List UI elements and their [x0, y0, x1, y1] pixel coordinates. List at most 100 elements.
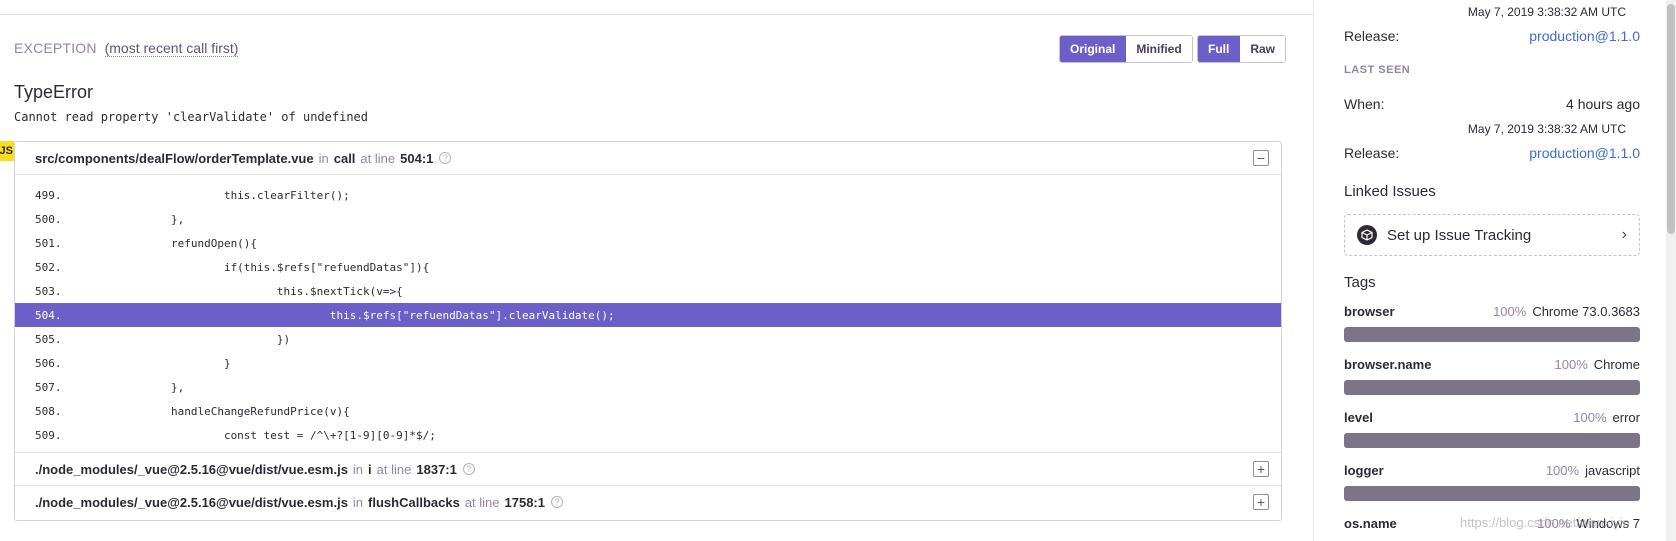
frame-at-line-label: at line	[360, 150, 396, 166]
tag-row[interactable]: level 100% error	[1344, 410, 1640, 448]
tag-top-value: 100% error	[1573, 410, 1640, 425]
line-code: this.clearFilter();	[65, 188, 350, 202]
frame-at-line-label: at line	[376, 461, 412, 477]
exception-header: EXCEPTION (most recent call first)	[14, 40, 239, 57]
release-label: Release:	[1344, 145, 1400, 161]
release-label: Release:	[1344, 28, 1400, 44]
code-line: 499. this.clearFilter();	[15, 183, 1281, 207]
exception-subtitle[interactable]: (most recent call first)	[104, 40, 239, 57]
help-icon[interactable]: ?	[551, 496, 563, 508]
line-number: 503.	[35, 284, 62, 298]
tag-key: browser	[1344, 304, 1395, 319]
frame-in-label: in	[318, 150, 329, 166]
setup-issue-tracking-button[interactable]: Set up Issue Tracking ›	[1344, 214, 1640, 256]
line-code: const test = /^\+?[1-9][0-9]*$/;	[65, 428, 436, 442]
code-line: 509. const test = /^\+?[1-9][0-9]*$/;	[15, 423, 1281, 447]
line-code: handleChangeRefundPrice(v){	[65, 404, 350, 418]
tag-line: browser.name 100% Chrome	[1344, 357, 1640, 372]
tag-distribution-bar[interactable]	[1344, 327, 1640, 342]
line-code: }	[65, 356, 231, 370]
line-code: refundOpen(){	[65, 236, 258, 250]
line-number: 500.	[35, 212, 62, 226]
frame-filename: src/components/dealFlow/orderTemplate.vu…	[35, 150, 314, 166]
line-code: },	[65, 212, 185, 226]
tag-row[interactable]: browser.name 100% Chrome	[1344, 357, 1640, 395]
tag-value: Chrome	[1593, 357, 1640, 372]
line-number: 506.	[35, 356, 62, 370]
frame-function: flushCallbacks	[368, 494, 460, 510]
code-line: 501. refundOpen(){	[15, 231, 1281, 255]
line-code: this.$refs["refuendDatas"].clearValidate…	[65, 308, 615, 322]
original-button[interactable]: Original	[1060, 36, 1126, 62]
frame-function: i	[368, 461, 372, 477]
line-number: 499.	[35, 188, 62, 202]
error-type: TypeError	[14, 82, 94, 102]
first-seen-timestamp: May 7, 2019 3:38:32 AM UTC	[1467, 5, 1626, 19]
frame-in-label: in	[352, 494, 364, 510]
line-number: 507.	[35, 380, 62, 394]
first-seen-release: Release: production@1.1.0	[1344, 28, 1640, 44]
setup-issue-tracking-label: Set up Issue Tracking	[1387, 226, 1532, 244]
help-icon[interactable]: ?	[462, 463, 475, 475]
expand-frame-button[interactable]: +	[1253, 461, 1269, 477]
line-code: },	[65, 380, 185, 394]
tag-distribution-bar[interactable]	[1344, 433, 1640, 448]
last-seen-when: When: 4 hours ago	[1344, 96, 1640, 112]
release-link[interactable]: production@1.1.0	[1529, 145, 1640, 161]
frame-header[interactable]: ./node_modules/_vue@2.5.16@vue/dist/vue.…	[15, 486, 1281, 518]
line-number: 508.	[35, 404, 62, 418]
line-number: 509.	[35, 428, 62, 442]
frame-header[interactable]: ./node_modules/_vue@2.5.16@vue/dist/vue.…	[15, 453, 1281, 485]
line-number: 504.	[35, 308, 62, 322]
stacktrace: src/components/dealFlow/orderTemplate.vu…	[14, 141, 1282, 521]
tag-percent: 100%	[1493, 304, 1527, 319]
tag-line: logger 100% javascript	[1344, 463, 1640, 478]
minified-button[interactable]: Minified	[1125, 36, 1192, 62]
chevron-right-icon: ›	[1621, 226, 1627, 243]
tag-percent: 100%	[1545, 463, 1580, 478]
tag-key: browser.name	[1344, 357, 1432, 372]
release-link[interactable]: production@1.1.0	[1529, 28, 1640, 44]
tag-value: javascript	[1585, 463, 1640, 478]
full-button[interactable]: Full	[1198, 36, 1240, 62]
frame-header[interactable]: src/components/dealFlow/orderTemplate.vu…	[15, 142, 1281, 174]
tag-distribution-bar[interactable]	[1344, 486, 1640, 501]
tag-key: logger	[1344, 463, 1384, 478]
collapse-frame-button[interactable]: −	[1253, 150, 1269, 166]
help-icon[interactable]: ?	[439, 152, 452, 164]
scrollbar[interactable]	[1666, 0, 1676, 541]
tag-distribution-bar[interactable]	[1344, 380, 1640, 395]
code-line: 507. },	[15, 375, 1281, 399]
linked-issues-title: Linked Issues	[1344, 183, 1436, 200]
tag-row[interactable]: browser 100% Chrome 73.0.3683	[1344, 304, 1640, 342]
frame-in-label: in	[352, 461, 364, 477]
frame-context: 499. this.clearFilter(); 500. }, 501. refu…	[15, 174, 1281, 453]
last-seen-timestamp: May 7, 2019 3:38:32 AM UTC	[1467, 122, 1626, 136]
scrollbar-thumb[interactable]	[1667, 4, 1675, 234]
tag-row[interactable]: logger 100% javascript	[1344, 463, 1640, 501]
line-code: this.$nextTick(v=>{	[65, 284, 403, 298]
frame-function: call	[333, 150, 356, 166]
tags-title: Tags	[1344, 274, 1376, 291]
tag-key: level	[1344, 410, 1373, 425]
frame-at-line-label: at line	[464, 494, 500, 510]
tag-value: error	[1612, 410, 1640, 425]
expand-frame-button[interactable]: +	[1253, 494, 1269, 510]
frame-line-number: 1837:1	[416, 461, 457, 477]
error-message: Cannot read property 'clearValidate' of …	[14, 110, 369, 124]
tag-percent: 100%	[1573, 410, 1607, 425]
raw-button[interactable]: Raw	[1239, 36, 1286, 62]
platform-badge: JS	[0, 141, 14, 161]
last-seen-release: Release: production@1.1.0	[1344, 145, 1640, 161]
tag-line: level 100% error	[1344, 410, 1640, 425]
tag-top-value: 100% javascript	[1546, 463, 1640, 478]
box-icon	[1357, 225, 1377, 245]
top-divider	[0, 14, 1313, 15]
code-line: 505. })	[15, 327, 1281, 351]
line-number: 502.	[35, 260, 62, 274]
code-line: 506. }	[15, 351, 1281, 375]
frame-filename: ./node_modules/_vue@2.5.16@vue/dist/vue.…	[35, 461, 348, 477]
code-line-active: 504. this.$refs["refuendDatas"].clearVal…	[15, 303, 1281, 327]
frame-filename: ./node_modules/_vue@2.5.16@vue/dist/vue.…	[35, 494, 348, 510]
line-code: })	[65, 332, 291, 346]
